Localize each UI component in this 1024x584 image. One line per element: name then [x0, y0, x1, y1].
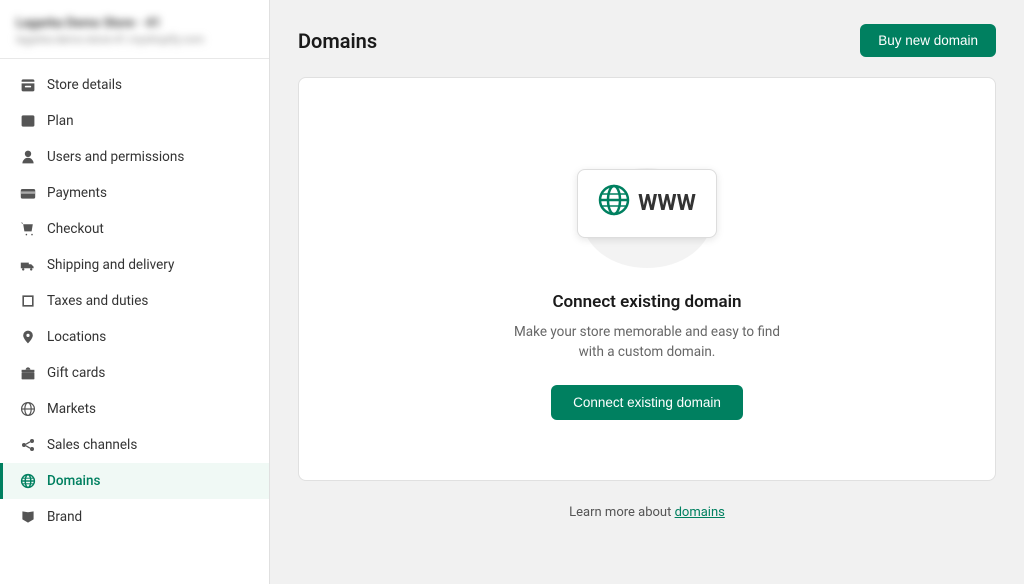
connect-existing-domain-button[interactable]: Connect existing domain	[551, 385, 743, 420]
sidebar-item-users-permissions[interactable]: Users and permissions	[0, 139, 269, 175]
sidebar-label-locations: Locations	[47, 329, 106, 345]
location-icon	[19, 328, 37, 346]
sidebar-item-markets[interactable]: Markets	[0, 391, 269, 427]
www-label: WWW	[638, 191, 696, 216]
sidebar-label-gift-cards: Gift cards	[47, 365, 105, 381]
sidebar-label-payments: Payments	[47, 185, 107, 201]
store-icon	[19, 76, 37, 94]
connect-existing-desc: Make your store memorable and easy to fi…	[507, 322, 787, 363]
sidebar-label-plan: Plan	[47, 113, 74, 129]
sidebar-item-payments[interactable]: Payments	[0, 175, 269, 211]
user-icon	[19, 148, 37, 166]
brand-icon	[19, 508, 37, 526]
sidebar-item-plan[interactable]: Plan	[0, 103, 269, 139]
sidebar-item-gift-cards[interactable]: Gift cards	[0, 355, 269, 391]
sidebar-item-locations[interactable]: Locations	[0, 319, 269, 355]
learn-more-section: Learn more about domains	[298, 505, 996, 520]
globe-icon-large	[598, 184, 630, 223]
sidebar: Lagarka Demo Store - 41 lagarka-demo-sto…	[0, 0, 270, 584]
store-header: Lagarka Demo Store - 41 lagarka-demo-sto…	[0, 0, 269, 59]
domain-illustration: WWW	[567, 138, 727, 268]
sidebar-label-sales-channels: Sales channels	[47, 437, 137, 453]
page-title: Domains	[298, 29, 377, 53]
store-subtitle: lagarka-demo-store-41.myshopify.com	[16, 33, 253, 46]
main-content: Domains Buy new domain WWW Connect exist	[270, 0, 1024, 584]
sidebar-label-domains: Domains	[47, 473, 100, 489]
nav-list: Store details Plan Users and permissions…	[0, 59, 269, 584]
channels-icon	[19, 436, 37, 454]
sidebar-item-taxes-duties[interactable]: Taxes and duties	[0, 283, 269, 319]
buy-new-domain-button[interactable]: Buy new domain	[860, 24, 996, 57]
gift-icon	[19, 364, 37, 382]
sidebar-item-store-details[interactable]: Store details	[0, 67, 269, 103]
page-header: Domains Buy new domain	[298, 24, 996, 57]
sidebar-label-store-details: Store details	[47, 77, 122, 93]
checkout-icon	[19, 220, 37, 238]
store-name: Lagarka Demo Store - 41	[16, 16, 253, 31]
taxes-icon	[19, 292, 37, 310]
connect-existing-title: Connect existing domain	[552, 292, 741, 312]
learn-more-link[interactable]: domains	[675, 505, 725, 520]
sidebar-label-markets: Markets	[47, 401, 96, 417]
sidebar-item-sales-channels[interactable]: Sales channels	[0, 427, 269, 463]
domains-card: WWW Connect existing domain Make your st…	[298, 77, 996, 481]
sidebar-label-brand: Brand	[47, 509, 82, 525]
domains-icon	[19, 472, 37, 490]
sidebar-label-taxes-duties: Taxes and duties	[47, 293, 148, 309]
payments-icon	[19, 184, 37, 202]
sidebar-label-shipping-delivery: Shipping and delivery	[47, 257, 174, 273]
sidebar-item-shipping-delivery[interactable]: Shipping and delivery	[0, 247, 269, 283]
domain-www-card: WWW	[577, 169, 717, 238]
plan-icon	[19, 112, 37, 130]
markets-icon	[19, 400, 37, 418]
sidebar-item-brand[interactable]: Brand	[0, 499, 269, 535]
sidebar-label-users-permissions: Users and permissions	[47, 149, 184, 165]
learn-more-text: Learn more about	[569, 505, 671, 520]
sidebar-item-checkout[interactable]: Checkout	[0, 211, 269, 247]
sidebar-item-domains[interactable]: Domains	[0, 463, 269, 499]
sidebar-label-checkout: Checkout	[47, 221, 104, 237]
truck-icon	[19, 256, 37, 274]
